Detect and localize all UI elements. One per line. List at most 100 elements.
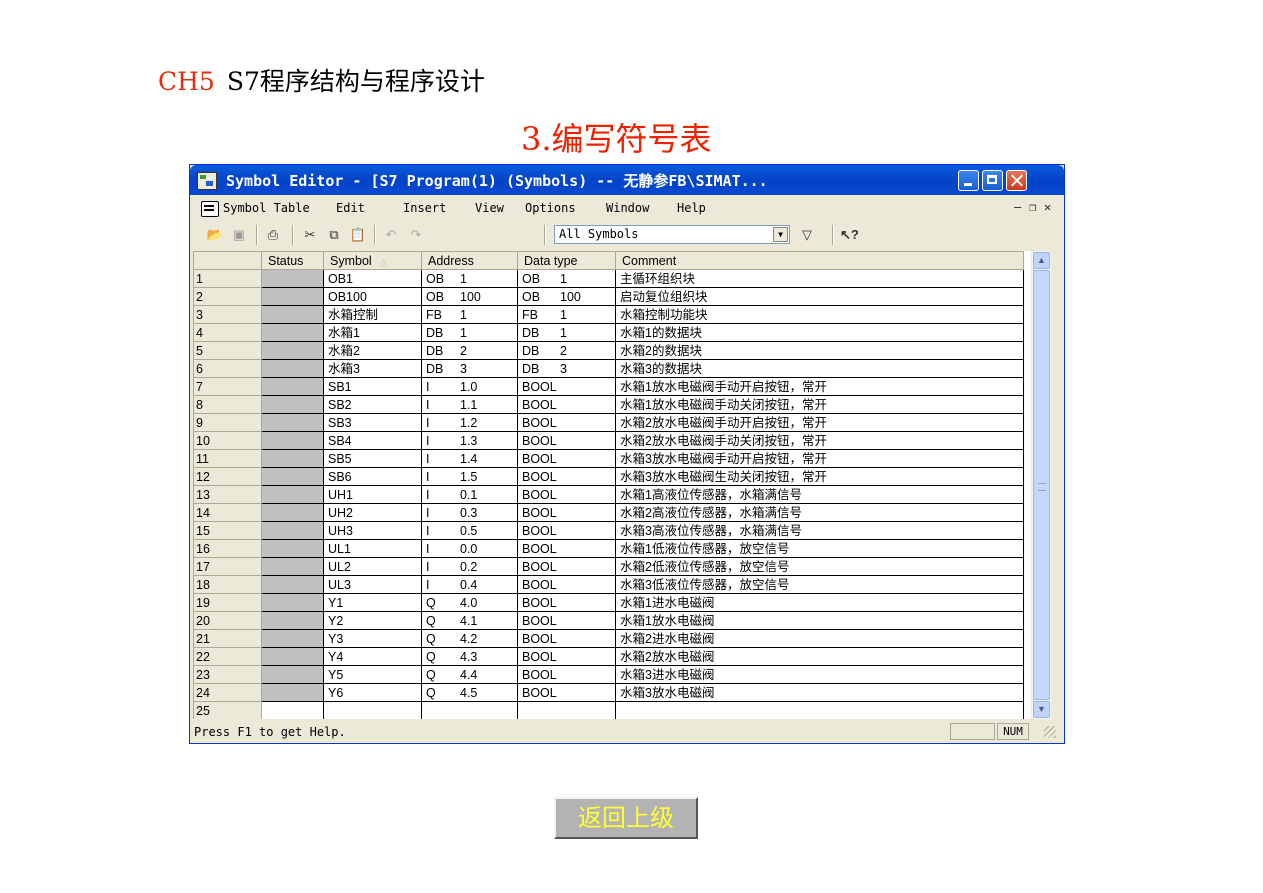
menu-symbol-table[interactable]: Symbol Table [223, 201, 310, 215]
table-row[interactable]: 2 OB100 OB 100 OB 100 启动复位组织块 [193, 287, 1024, 306]
status-cell[interactable] [261, 305, 324, 324]
symbol-cell[interactable]: UL3 [323, 575, 422, 594]
symbol-cell[interactable]: Y6 [323, 683, 422, 702]
comment-cell[interactable]: 水箱3进水电磁阀 [615, 665, 1024, 684]
column-header-data-type[interactable]: Data type [517, 251, 616, 270]
address-cell[interactable]: Q 4.4 [421, 665, 518, 684]
print-icon[interactable]: ⎙ [264, 226, 282, 243]
data-type-cell[interactable]: BOOL [517, 683, 616, 702]
column-header-address[interactable]: Address [421, 251, 518, 270]
menu-view[interactable]: View [475, 201, 504, 215]
symbol-cell[interactable]: Y3 [323, 629, 422, 648]
comment-cell[interactable]: 水箱1高液位传感器，水箱满信号 [615, 485, 1024, 504]
symbol-cell[interactable]: 水箱3 [323, 359, 422, 378]
address-cell[interactable]: DB 3 [421, 359, 518, 378]
table-row[interactable]: 24 Y6 Q 4.5 BOOL 水箱3放水电磁阀 [193, 683, 1024, 702]
table-row[interactable]: 22 Y4 Q 4.3 BOOL 水箱2放水电磁阀 [193, 647, 1024, 666]
data-type-cell[interactable]: DB 1 [517, 323, 616, 342]
comment-cell[interactable]: 水箱控制功能块 [615, 305, 1024, 324]
copy-icon[interactable]: ⧉ [325, 226, 343, 243]
minimize-button[interactable] [958, 170, 979, 191]
data-type-cell[interactable]: BOOL [517, 503, 616, 522]
address-cell[interactable]: I 0.3 [421, 503, 518, 522]
comment-cell[interactable]: 水箱3低液位传感器，放空信号 [615, 575, 1024, 594]
data-type-cell[interactable]: BOOL [517, 431, 616, 450]
data-type-cell[interactable]: BOOL [517, 377, 616, 396]
symbol-cell[interactable]: Y4 [323, 647, 422, 666]
title-bar[interactable]: Symbol Editor - [S7 Program(1) (Symbols)… [190, 165, 1064, 195]
status-cell[interactable] [261, 395, 324, 414]
status-cell[interactable] [261, 341, 324, 360]
table-row[interactable]: 21 Y3 Q 4.2 BOOL 水箱2进水电磁阀 [193, 629, 1024, 648]
symbol-cell[interactable]: Y5 [323, 665, 422, 684]
scroll-up-icon[interactable]: ▲ [1033, 252, 1050, 269]
symbol-cell[interactable]: UH3 [323, 521, 422, 540]
symbol-cell[interactable]: UH1 [323, 485, 422, 504]
status-cell[interactable] [261, 665, 324, 684]
paste-icon[interactable]: 📋 [349, 226, 367, 243]
address-cell[interactable]: OB 1 [421, 269, 518, 288]
comment-cell[interactable]: 水箱1放水电磁阀手动关闭按钮，常开 [615, 395, 1024, 414]
table-row[interactable]: 10 SB4 I 1.3 BOOL 水箱2放水电磁阀手动关闭按钮，常开 [193, 431, 1024, 450]
table-row[interactable]: 13 UH1 I 0.1 BOOL 水箱1高液位传感器，水箱满信号 [193, 485, 1024, 504]
address-cell[interactable]: I 1.5 [421, 467, 518, 486]
menu-edit[interactable]: Edit [336, 201, 365, 215]
close-button[interactable] [1006, 170, 1027, 191]
row-number[interactable]: 20 [193, 611, 262, 630]
comment-cell[interactable] [615, 701, 1024, 719]
menu-window[interactable]: Window [606, 201, 649, 215]
status-cell[interactable] [261, 539, 324, 558]
address-cell[interactable]: DB 1 [421, 323, 518, 342]
symbol-editor-app-icon[interactable] [197, 172, 217, 190]
mdi-minimize-icon[interactable]: – [1014, 200, 1021, 214]
row-number[interactable]: 4 [193, 323, 262, 342]
address-cell[interactable]: I 1.0 [421, 377, 518, 396]
data-type-cell[interactable]: BOOL [517, 449, 616, 468]
table-row[interactable]: 25 [193, 701, 1024, 719]
row-number[interactable]: 1 [193, 269, 262, 288]
symbol-cell[interactable]: SB2 [323, 395, 422, 414]
address-cell[interactable]: I 0.4 [421, 575, 518, 594]
status-cell[interactable] [261, 521, 324, 540]
row-number[interactable]: 6 [193, 359, 262, 378]
status-cell[interactable] [261, 575, 324, 594]
comment-cell[interactable]: 水箱1放水电磁阀手动开启按钮，常开 [615, 377, 1024, 396]
table-row[interactable]: 14 UH2 I 0.3 BOOL 水箱2高液位传感器，水箱满信号 [193, 503, 1024, 522]
comment-cell[interactable]: 水箱1低液位传感器，放空信号 [615, 539, 1024, 558]
status-cell[interactable] [261, 413, 324, 432]
symbol-cell[interactable]: SB6 [323, 467, 422, 486]
status-cell[interactable] [261, 647, 324, 666]
data-type-cell[interactable]: BOOL [517, 665, 616, 684]
filter-icon[interactable]: ▽ [798, 226, 816, 243]
table-row[interactable]: 6 水箱3 DB 3 DB 3 水箱3的数据块 [193, 359, 1024, 378]
address-cell[interactable]: Q 4.2 [421, 629, 518, 648]
column-header-comment[interactable]: Comment [615, 251, 1024, 270]
row-number[interactable]: 7 [193, 377, 262, 396]
column-header-symbol[interactable]: Symbol △ [323, 251, 422, 270]
symbol-cell[interactable]: SB4 [323, 431, 422, 450]
row-number[interactable]: 22 [193, 647, 262, 666]
table-row[interactable]: 17 UL2 I 0.2 BOOL 水箱2低液位传感器，放空信号 [193, 557, 1024, 576]
address-cell[interactable]: I 0.5 [421, 521, 518, 540]
symbol-cell[interactable]: Y2 [323, 611, 422, 630]
table-row[interactable]: 16 UL1 I 0.0 BOOL 水箱1低液位传感器，放空信号 [193, 539, 1024, 558]
row-number[interactable]: 18 [193, 575, 262, 594]
comment-cell[interactable]: 水箱3放水电磁阀生动关闭按钮，常开 [615, 467, 1024, 486]
status-cell[interactable] [261, 287, 324, 306]
row-number[interactable]: 13 [193, 485, 262, 504]
data-type-cell[interactable]: BOOL [517, 575, 616, 594]
table-row[interactable]: 20 Y2 Q 4.1 BOOL 水箱1放水电磁阀 [193, 611, 1024, 630]
status-cell[interactable] [261, 377, 324, 396]
address-cell[interactable]: Q 4.5 [421, 683, 518, 702]
row-number[interactable]: 5 [193, 341, 262, 360]
data-type-cell[interactable]: BOOL [517, 539, 616, 558]
address-cell[interactable]: I 0.2 [421, 557, 518, 576]
status-cell[interactable] [261, 359, 324, 378]
data-type-cell[interactable]: BOOL [517, 611, 616, 630]
data-type-cell[interactable]: OB 100 [517, 287, 616, 306]
comment-cell[interactable]: 水箱3的数据块 [615, 359, 1024, 378]
row-number[interactable]: 19 [193, 593, 262, 612]
status-cell[interactable] [261, 485, 324, 504]
data-type-cell[interactable]: BOOL [517, 557, 616, 576]
vertical-scrollbar[interactable]: ▲ ▼ [1032, 251, 1051, 719]
